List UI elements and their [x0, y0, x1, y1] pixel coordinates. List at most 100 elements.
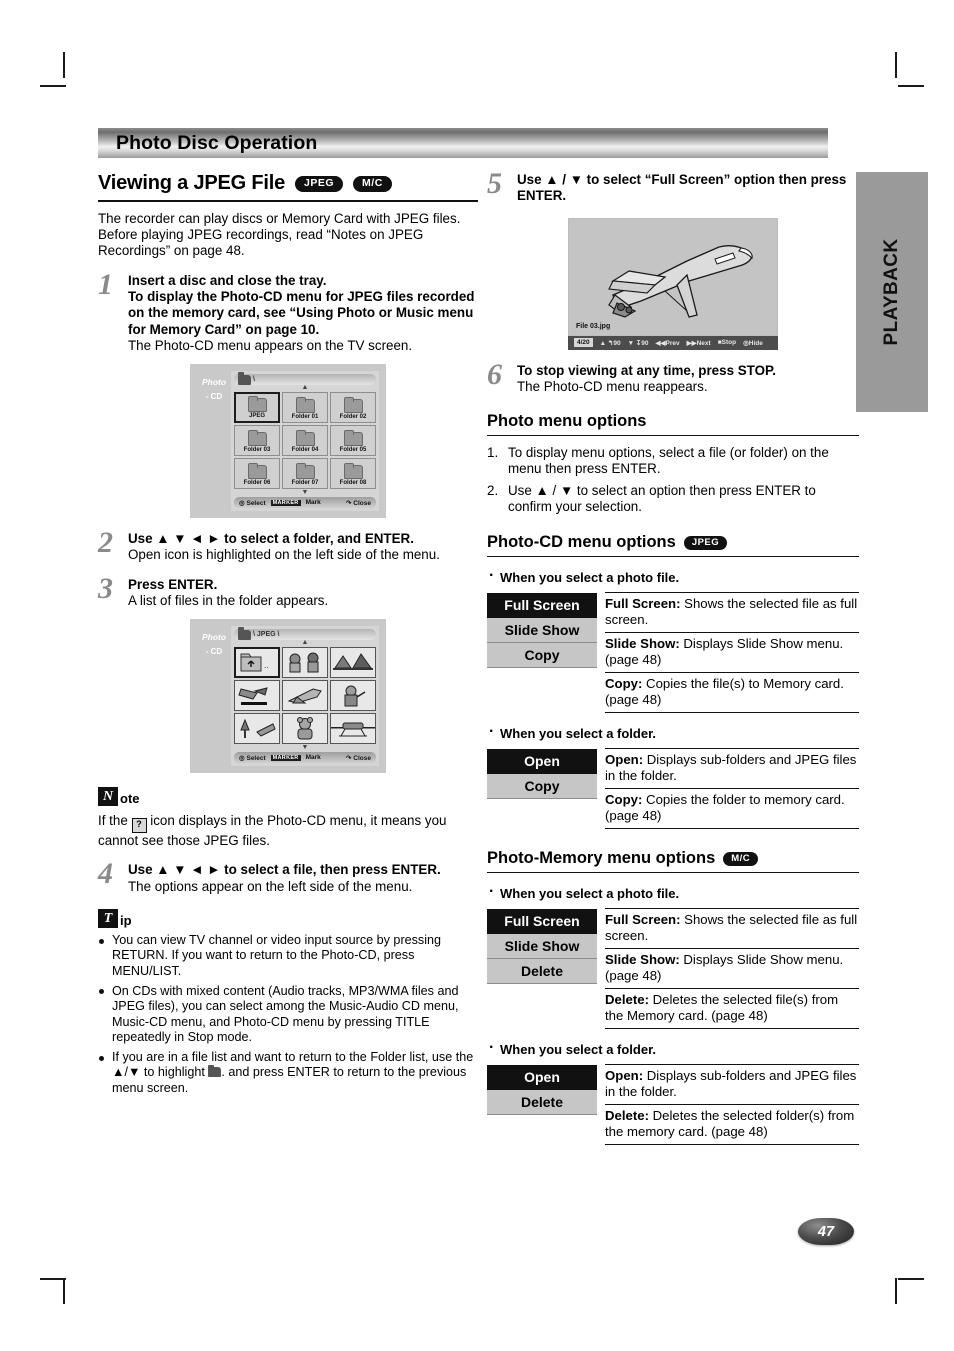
folder-cell-label: Folder 05: [339, 447, 367, 454]
option-copy[interactable]: Copy: [487, 643, 597, 669]
thumbnail-4[interactable]: [282, 680, 328, 712]
option-delete[interactable]: Delete: [487, 1090, 597, 1116]
folder-cell-3[interactable]: Folder 03: [234, 425, 280, 457]
thumbnail-grid: ..: [234, 647, 376, 745]
option-open[interactable]: Open: [487, 1065, 597, 1091]
folder-cell-1[interactable]: Folder 01: [282, 392, 328, 424]
file-menu-label-photo: Photo: [201, 632, 227, 643]
rotate-up-control[interactable]: ▲ ↰90: [600, 339, 621, 347]
jpeg-badge: JPEG: [295, 175, 344, 192]
marker-key-badge: MARKER: [270, 754, 301, 761]
option-delete[interactable]: Delete: [487, 959, 597, 985]
desc-text: Displays sub-folders and JPEG files in t…: [605, 1068, 857, 1100]
desc-delete: Delete: Deletes the selected folder(s) f…: [605, 1104, 859, 1146]
scroll-down-arrow-icon[interactable]: ▼: [234, 489, 376, 496]
folder-icon: [295, 396, 315, 414]
folder-icon: [295, 462, 315, 480]
folder-cell-8[interactable]: Folder 08: [330, 458, 376, 490]
desc-copy: Copy: Copies the folder to memory card. …: [605, 788, 859, 830]
thumbnail-7[interactable]: [282, 713, 328, 745]
step-4-plain: The options appear on the left side of t…: [128, 878, 413, 894]
option-full-screen[interactable]: Full Screen: [487, 593, 597, 619]
photo-memory-folder-options-table: Open Delete Open: Displays sub-folders a…: [487, 1064, 859, 1146]
jpeg-badge: JPEG: [683, 535, 728, 550]
desc-term: Delete:: [605, 992, 649, 1008]
note-title: ote: [120, 791, 140, 807]
step-4: 4 Use ▲ ▼ ◄ ► to select a file, then pre…: [98, 857, 478, 895]
photo-counter: 4/20: [574, 338, 593, 348]
folder-cell-label: Folder 01: [291, 414, 319, 421]
option-slide-show[interactable]: Slide Show: [487, 618, 597, 644]
prev-control[interactable]: ◀◀Prev: [656, 339, 680, 347]
photo-menu-options-rule: [487, 435, 859, 437]
hide-control[interactable]: ◎Hide: [743, 339, 763, 347]
folder-icon: [343, 462, 363, 480]
thumbnail-8[interactable]: [330, 713, 376, 745]
thumbnail-parent-folder[interactable]: ..: [234, 647, 280, 679]
thumbnail-1[interactable]: [282, 647, 328, 679]
step-6: 6 To stop viewing at any time, press STO…: [487, 359, 859, 396]
next-control[interactable]: ▶▶Next: [687, 339, 711, 347]
option-copy[interactable]: Copy: [487, 774, 597, 800]
step-4-number: 4: [98, 857, 113, 891]
desc-term: Copy:: [605, 676, 643, 692]
scroll-down-arrow-icon[interactable]: ▼: [234, 744, 376, 751]
thumbnail-6[interactable]: [234, 713, 280, 745]
rotate-down-control[interactable]: ▼ ↧90: [628, 339, 649, 347]
crop-mark-bottom-right-v: [895, 1278, 897, 1304]
folder-icon: [247, 462, 267, 480]
mc-badge: M/C: [723, 851, 759, 866]
section-header-band: Photo Disc Operation: [98, 128, 828, 158]
step-6-bold-1: To stop viewing at any time, press STOP.: [517, 362, 776, 378]
desc-full-screen: Full Screen: Shows the selected file as …: [605, 592, 859, 632]
photo-menu-options-item-1: To display menu options, select a file (…: [487, 445, 829, 477]
desc-copy: Copy: Copies the file(s) to Memory card.…: [605, 672, 859, 714]
thumbnail-2[interactable]: [330, 647, 376, 679]
photo-cd-folder-options-table: Open Copy Open: Displays sub-folders and…: [487, 748, 859, 830]
folder-cell-label: Folder 02: [339, 414, 367, 421]
photo-cd-menu-options-heading-text: Photo-CD menu options: [487, 533, 676, 552]
step-5-bold-1: Use ▲ / ▼ to select “Full Screen” option…: [517, 172, 847, 204]
option-open[interactable]: Open: [487, 749, 597, 775]
space-shuttle-illustration: [608, 244, 753, 318]
photo-cd-file-descriptions: Full Screen: Shows the selected file as …: [605, 592, 859, 714]
folder-menu-sidebar: Photo - CD: [197, 371, 231, 511]
question-mark-icon: ?: [131, 818, 147, 834]
photo-memory-file-caption: When you select a photo file.: [487, 883, 859, 901]
folder-icon: [343, 396, 363, 414]
folder-cell-6[interactable]: Folder 06: [234, 458, 280, 490]
step-1-bold-2: To display the Photo-CD menu for JPEG fi…: [128, 288, 475, 337]
scroll-up-arrow-icon[interactable]: ▲: [234, 384, 376, 391]
mark-legend: Mark: [305, 754, 321, 762]
step-2-plain: Open icon is highlighted on the left sid…: [128, 547, 440, 563]
folder-menu-label-photo: Photo: [201, 377, 227, 388]
page-number-value: 47: [817, 1223, 835, 1240]
thumbnail-3[interactable]: [234, 680, 280, 712]
photo-cd-file-caption: When you select a photo file.: [487, 567, 859, 585]
photo-cd-file-option-list: Full Screen Slide Show Copy: [487, 592, 597, 713]
desc-term: Full Screen:: [605, 596, 681, 612]
photo-cd-folder-descriptions: Open: Displays sub-folders and JPEG file…: [605, 748, 859, 830]
desc-text: Displays sub-folders and JPEG files in t…: [605, 752, 857, 784]
scroll-up-arrow-icon[interactable]: ▲: [234, 639, 376, 646]
folder-cell-7[interactable]: Folder 07: [282, 458, 328, 490]
folder-cell-5[interactable]: Folder 05: [330, 425, 376, 457]
stop-control[interactable]: ■Stop: [718, 339, 736, 346]
step-3-bold-1: Press ENTER.: [128, 576, 218, 592]
photo-memory-folder-descriptions: Open: Displays sub-folders and JPEG file…: [605, 1064, 859, 1146]
tip-item-1: You can view TV channel or video input s…: [98, 933, 478, 979]
desc-slide-show: Slide Show: Displays Slide Show menu. (p…: [605, 632, 859, 672]
folder-cell-4[interactable]: Folder 04: [282, 425, 328, 457]
crop-mark-bottom-left-v: [63, 1278, 65, 1304]
option-slide-show[interactable]: Slide Show: [487, 934, 597, 960]
step-3-number: 3: [98, 571, 113, 605]
full-screen-file-name: File 03.jpg: [576, 322, 611, 330]
folder-cell-0[interactable]: JPEG: [234, 392, 280, 424]
option-full-screen[interactable]: Full Screen: [487, 909, 597, 935]
step-5: 5 Use ▲ / ▼ to select “Full Screen” opti…: [487, 169, 859, 205]
folder-cell-2[interactable]: Folder 02: [330, 392, 376, 424]
photo-cd-file-options-table: Full Screen Slide Show Copy Full Screen:…: [487, 592, 859, 714]
photo-memory-file-option-list: Full Screen Slide Show Delete: [487, 908, 597, 1029]
thumbnail-5[interactable]: [330, 680, 376, 712]
photo-cd-folder-caption: When you select a folder.: [487, 723, 859, 741]
